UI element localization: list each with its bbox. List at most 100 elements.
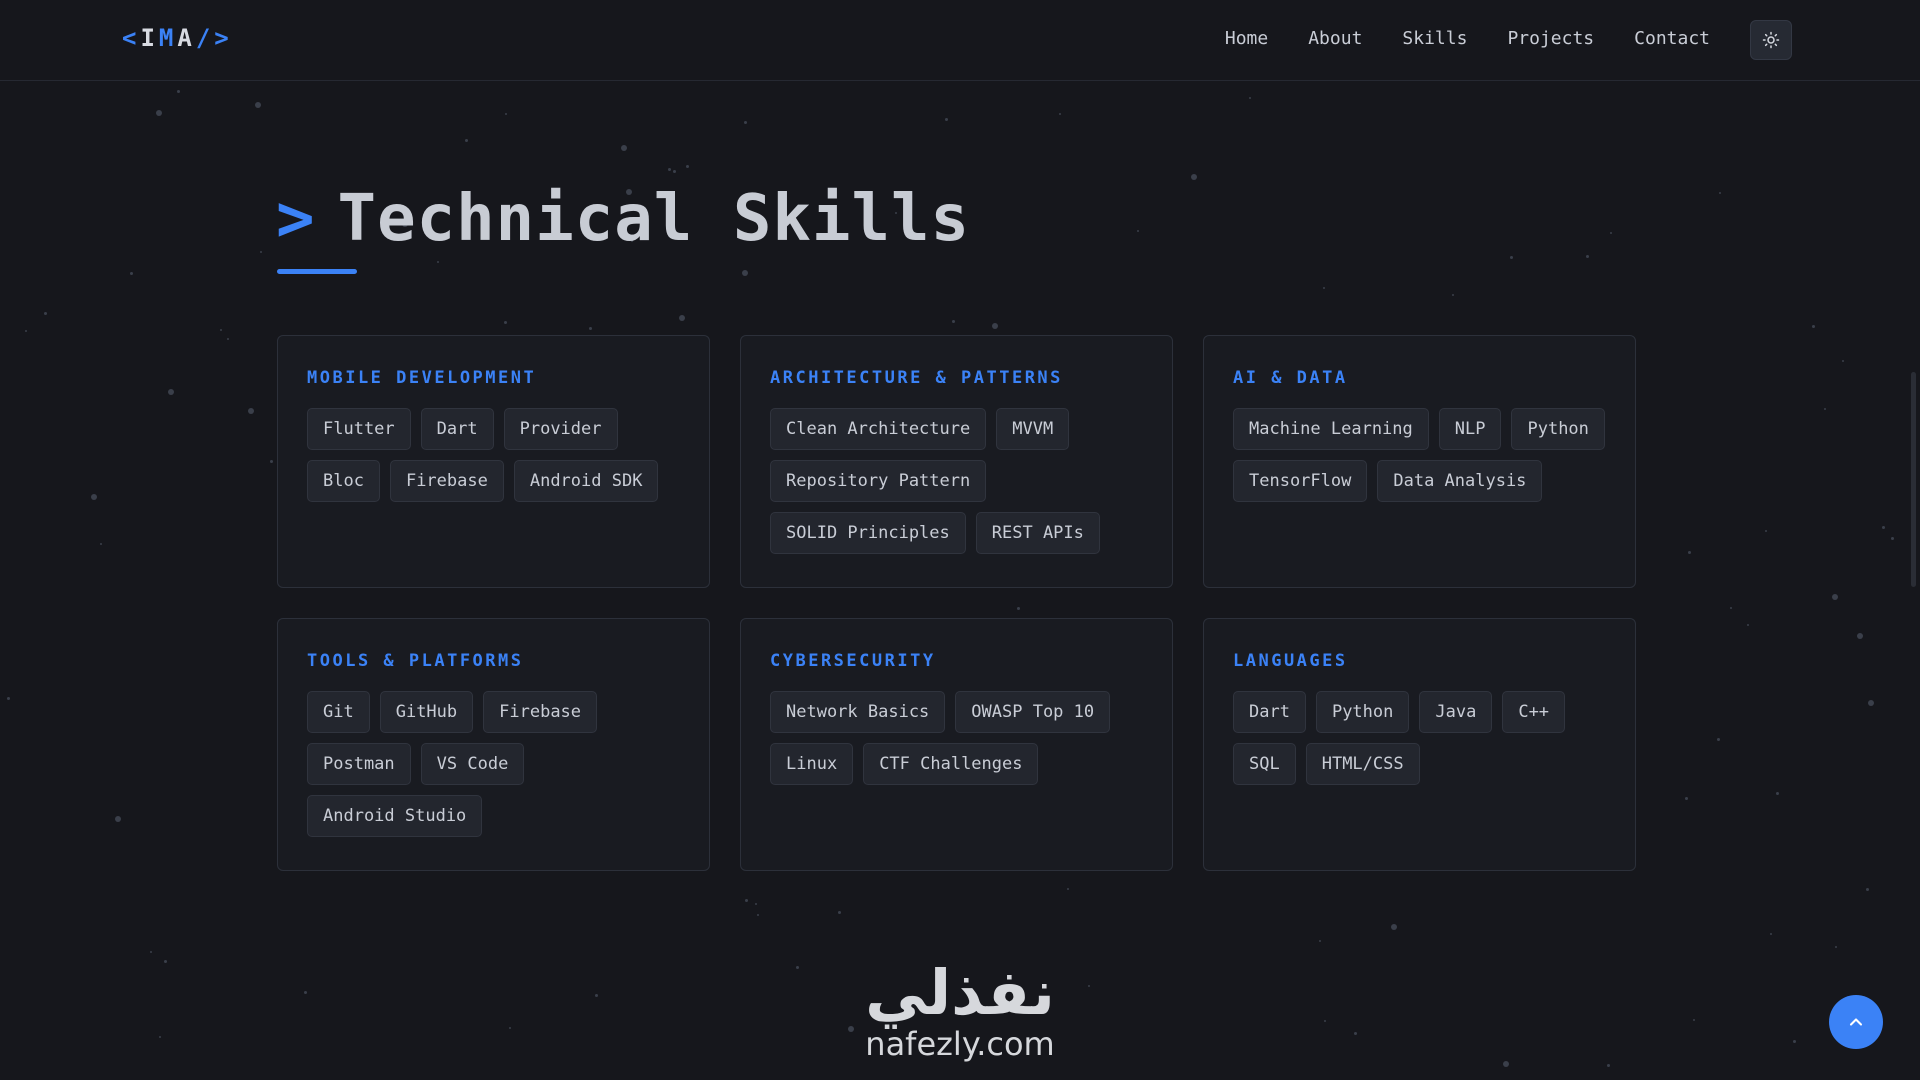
skill-tag: Dart (1233, 691, 1306, 733)
star-dot (304, 991, 307, 994)
card-title: LANGUAGES (1233, 651, 1348, 671)
skill-tag: REST APIs (975, 512, 1100, 554)
star-dot (1607, 1064, 1610, 1067)
nafezly-watermark-logo: نفذلي nafezly.com (850, 962, 1070, 1063)
star-dot (91, 494, 97, 500)
star-dot (1857, 633, 1863, 639)
star-dot (744, 121, 747, 124)
star-dot (992, 323, 998, 329)
skills-grid: MOBILE DEVELOPMENT Flutter Dart Provider… (277, 335, 1636, 871)
star-dot (1324, 1020, 1326, 1022)
main-nav: Home About Skills Projects Contact (1225, 28, 1710, 49)
scroll-to-top-button[interactable] (1829, 995, 1883, 1049)
card-title: AI & DATA (1233, 368, 1348, 388)
star-dot (270, 460, 273, 463)
star-dot (668, 168, 671, 171)
star-dot (505, 113, 507, 115)
skill-tag: TensorFlow (1233, 460, 1368, 502)
star-dot (1770, 933, 1772, 935)
skill-card-cybersecurity: CYBERSECURITY Network Basics OWASP Top 1… (740, 618, 1173, 871)
star-dot (1354, 1032, 1357, 1035)
star-dot (159, 1036, 161, 1038)
star-dot (1191, 174, 1197, 180)
star-dot (150, 951, 152, 953)
tag-list: Flutter Dart Provider Bloc Firebase Andr… (307, 408, 680, 502)
top-navbar: <IMA/> Home About Skills Projects Contac… (0, 0, 1920, 81)
star-dot (745, 899, 748, 902)
skill-tag: Flutter (307, 408, 411, 450)
skill-tag: Python (1315, 691, 1410, 733)
card-title: MOBILE DEVELOPMENT (307, 368, 537, 388)
skill-tag: Clean Architecture (770, 408, 987, 450)
skill-tag: GitHub (379, 691, 474, 733)
skill-tag: Java (1419, 691, 1493, 733)
nav-link-skills[interactable]: Skills (1402, 28, 1467, 49)
star-dot (509, 1027, 511, 1029)
star-dot (1717, 738, 1720, 741)
star-dot (1882, 526, 1885, 529)
star-dot (1765, 530, 1767, 532)
star-dot (1866, 888, 1869, 891)
star-dot (1824, 408, 1826, 410)
site-logo[interactable]: <IMA/> (122, 24, 233, 52)
skill-card-tools-platforms: TOOLS & PLATFORMS Git GitHub Firebase Po… (277, 618, 710, 871)
star-dot (1730, 607, 1732, 609)
star-dot (177, 90, 180, 93)
skill-card-ai-data: AI & DATA Machine Learning NLP Python Te… (1203, 335, 1636, 588)
star-dot (130, 272, 133, 275)
card-title: ARCHITECTURE & PATTERNS (770, 368, 1063, 388)
star-dot (220, 329, 222, 331)
skill-tag: SQL (1233, 743, 1296, 785)
star-dot (1088, 985, 1090, 987)
star-dot (1249, 97, 1251, 99)
skill-card-mobile-development: MOBILE DEVELOPMENT Flutter Dart Provider… (277, 335, 710, 588)
star-dot (1586, 255, 1589, 258)
tag-list: Clean Architecture MVVM Repository Patte… (770, 408, 1143, 554)
tag-list: Git GitHub Firebase Postman VS Code Andr… (307, 691, 680, 837)
skill-tag: Firebase (483, 691, 598, 733)
nav-link-about[interactable]: About (1308, 28, 1362, 49)
star-dot (1610, 232, 1612, 234)
star-dot (100, 543, 102, 545)
star-dot (1503, 1061, 1509, 1067)
brand-latin-text: nafezly.com (865, 1025, 1055, 1063)
star-dot (1391, 924, 1397, 930)
skill-tag: Machine Learning (1233, 408, 1429, 450)
tag-list: Machine Learning NLP Python TensorFlow D… (1233, 408, 1606, 502)
skill-tag: MVVM (996, 408, 1070, 450)
star-dot (1510, 256, 1513, 259)
page-scrollbar-thumb[interactable] (1911, 372, 1916, 587)
star-dot (673, 170, 676, 173)
star-dot (757, 914, 759, 916)
theme-toggle-button[interactable] (1750, 20, 1792, 60)
star-dot (255, 102, 261, 108)
skill-card-languages: LANGUAGES Dart Python Java C++ SQL HTML/… (1203, 618, 1636, 871)
star-dot (1059, 113, 1061, 115)
star-dot (25, 330, 27, 332)
star-dot (115, 816, 121, 822)
nav-link-projects[interactable]: Projects (1507, 28, 1594, 49)
sun-icon (1762, 31, 1780, 49)
star-dot (1688, 551, 1691, 554)
star-dot (679, 315, 685, 321)
star-dot (1452, 294, 1454, 296)
star-dot (1693, 1019, 1695, 1021)
star-dot (1323, 287, 1325, 289)
star-dot (952, 320, 955, 323)
nav-link-home[interactable]: Home (1225, 28, 1268, 49)
star-dot (44, 312, 47, 315)
star-dot (1868, 700, 1874, 706)
star-dot (465, 139, 468, 142)
skill-card-architecture-patterns: ARCHITECTURE & PATTERNS Clean Architectu… (740, 335, 1173, 588)
star-dot (1319, 940, 1321, 942)
star-dot (1812, 325, 1815, 328)
nav-link-contact[interactable]: Contact (1634, 28, 1710, 49)
star-dot (1793, 1040, 1796, 1043)
star-dot (589, 327, 592, 330)
card-title: CYBERSECURITY (770, 651, 936, 671)
star-dot (945, 118, 948, 121)
skill-tag: Android SDK (513, 460, 659, 502)
star-dot (227, 338, 229, 340)
star-dot (504, 321, 507, 324)
skill-tag: OWASP Top 10 (955, 691, 1111, 733)
